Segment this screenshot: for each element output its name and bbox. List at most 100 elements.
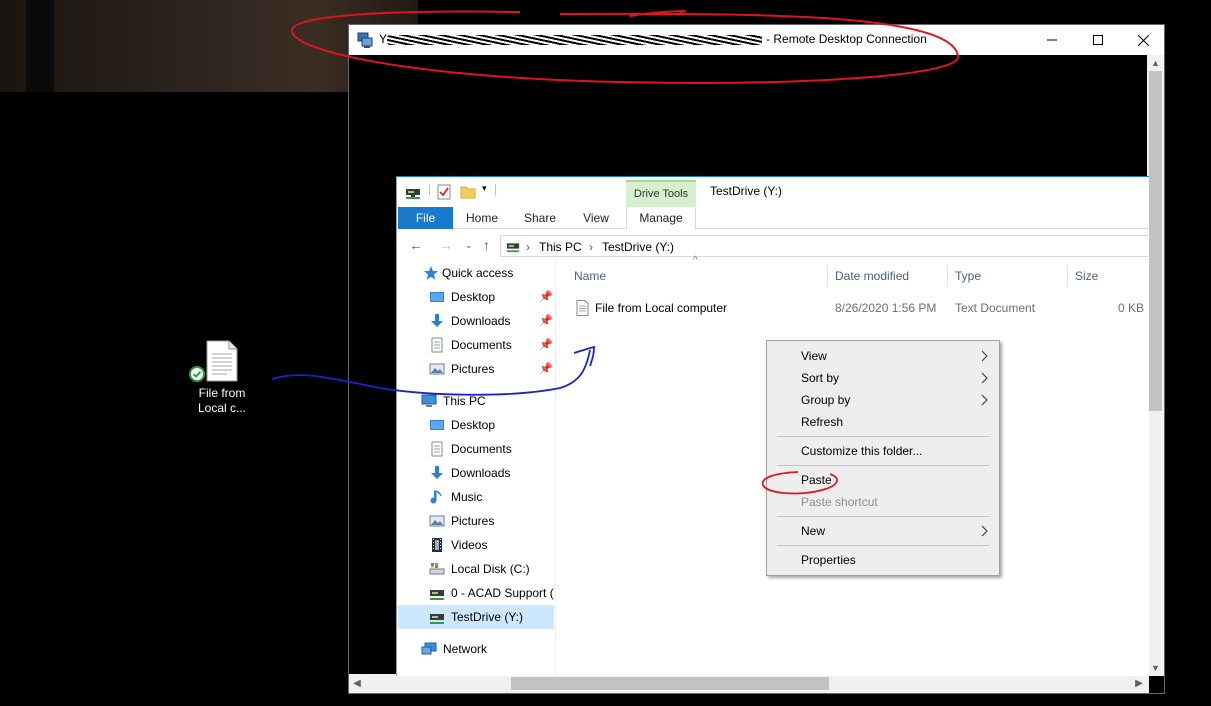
- text-document-icon: [189, 340, 239, 382]
- horizontal-scroll-thumb[interactable]: [511, 677, 829, 690]
- music-note-icon: [430, 490, 442, 504]
- back-arrow-icon[interactable]: ←: [409, 237, 423, 253]
- nav-pc-music[interactable]: Music: [429, 485, 554, 509]
- up-arrow-icon[interactable]: ↑: [483, 237, 490, 253]
- tab-manage[interactable]: Manage: [626, 207, 696, 230]
- column-divider[interactable]: [1067, 265, 1068, 287]
- scroll-left-icon[interactable]: ◀: [349, 674, 365, 693]
- desktop-file-label-line1: File from: [198, 386, 246, 400]
- toolbar-divider: |: [428, 182, 432, 196]
- film-strip-icon: [432, 538, 442, 552]
- quick-access-toolbar: | ▾ | Drive Tools TestDrive (Y:): [397, 177, 1149, 207]
- nav-pc-pictures[interactable]: Pictures: [429, 509, 554, 533]
- column-divider[interactable]: [947, 265, 948, 287]
- nav-pc-videos[interactable]: Videos: [429, 533, 554, 557]
- new-folder-icon[interactable]: [460, 184, 476, 200]
- toolbar-divider: |: [494, 182, 498, 196]
- menu-item-new[interactable]: New: [767, 520, 999, 542]
- download-arrow-icon: [431, 314, 443, 327]
- address-bar[interactable]: › This PC › TestDrive (Y:): [500, 235, 1150, 257]
- column-header-size[interactable]: Size: [1075, 269, 1098, 283]
- desktop-folder-icon: [430, 292, 444, 302]
- column-divider[interactable]: [827, 265, 828, 287]
- file-type: Text Document: [955, 301, 1036, 315]
- submenu-arrow-icon: [981, 350, 988, 362]
- drive-tools-tab-group: Drive Tools: [626, 180, 696, 207]
- documents-icon: [431, 441, 443, 457]
- pictures-icon: [429, 515, 445, 527]
- menu-item-paste[interactable]: Paste: [767, 469, 999, 491]
- column-header-date[interactable]: Date modified: [835, 269, 909, 283]
- vertical-scroll-thumb[interactable]: [1149, 71, 1162, 411]
- column-header-type[interactable]: Type: [955, 269, 981, 283]
- rdp-title-bar[interactable]: Y- Remote Desktop Connection: [349, 25, 1164, 55]
- submenu-arrow-icon: [981, 372, 988, 384]
- nav-pc-desktop[interactable]: Desktop: [429, 413, 554, 437]
- file-row[interactable]: File from Local computer 8/26/2020 1:56 …: [556, 297, 1151, 319]
- nav-quick-access[interactable]: Quick access: [423, 261, 554, 285]
- address-bar-row: ← → ⌄ ↑ › This PC › TestDrive (Y:): [397, 229, 1150, 261]
- breadcrumb-drive[interactable]: TestDrive (Y:): [602, 240, 674, 254]
- pin-icon[interactable]: 📌: [539, 309, 553, 333]
- computer-icon: [421, 394, 437, 407]
- minimize-icon: [1047, 39, 1057, 41]
- remote-desktop-window[interactable]: Y- Remote Desktop Connection ▲ ▼ ◀ ▶ | ▾…: [348, 24, 1165, 694]
- menu-item-paste-shortcut: Paste shortcut: [801, 495, 878, 509]
- desktop-file-icon[interactable]: File from Local c...: [189, 340, 254, 416]
- desktop-file-label-line2: Local c...: [197, 401, 247, 415]
- close-button[interactable]: [1120, 25, 1166, 55]
- nav-this-pc[interactable]: This PC: [421, 389, 554, 413]
- nav-local-disk[interactable]: Local Disk (C:): [429, 557, 554, 581]
- documents-icon: [431, 337, 443, 353]
- scroll-up-icon[interactable]: ▲: [1147, 55, 1164, 71]
- customize-toolbar-icon[interactable]: ▾: [482, 183, 487, 194]
- maximize-button[interactable]: [1075, 25, 1121, 55]
- nav-testdrive[interactable]: TestDrive (Y:): [398, 605, 554, 629]
- menu-item-view[interactable]: View: [767, 345, 999, 367]
- menu-separator: [777, 436, 989, 437]
- download-arrow-icon: [431, 466, 443, 479]
- forward-arrow-icon[interactable]: →: [439, 237, 453, 253]
- menu-item-sort-by[interactable]: Sort by: [767, 367, 999, 389]
- context-menu[interactable]: View Sort by Group by Refresh Customize …: [766, 340, 1000, 576]
- nav-pc-documents[interactable]: Documents: [429, 437, 554, 461]
- menu-item-properties[interactable]: Properties: [767, 549, 999, 571]
- network-drive-icon: [430, 590, 444, 600]
- network-drive-icon[interactable]: [405, 184, 421, 200]
- text-file-icon: [576, 300, 589, 316]
- pin-icon[interactable]: 📌: [539, 285, 553, 309]
- file-size: 0 KB: [1118, 301, 1145, 315]
- menu-item-customize-folder[interactable]: Customize this folder...: [767, 440, 999, 462]
- nav-qa-documents[interactable]: Documents 📌: [429, 333, 554, 357]
- pictures-icon: [429, 363, 445, 375]
- nav-qa-downloads[interactable]: Downloads 📌: [429, 309, 554, 333]
- properties-icon[interactable]: [437, 184, 451, 200]
- nav-network[interactable]: Network: [421, 637, 554, 661]
- recent-locations-icon[interactable]: ⌄: [465, 240, 473, 251]
- star-icon: [424, 266, 438, 280]
- close-icon: [1137, 34, 1149, 46]
- submenu-arrow-icon: [981, 394, 988, 406]
- menu-item-refresh[interactable]: Refresh: [767, 411, 999, 433]
- nav-pc-downloads[interactable]: Downloads: [429, 461, 554, 485]
- tab-share[interactable]: Share: [517, 207, 563, 229]
- sync-check-icon: [189, 366, 205, 382]
- pin-icon[interactable]: 📌: [539, 333, 553, 357]
- pin-icon[interactable]: 📌: [539, 357, 553, 381]
- sort-ascending-icon: ^: [693, 255, 698, 266]
- nav-qa-desktop[interactable]: Desktop 📌: [429, 285, 554, 309]
- menu-item-group-by[interactable]: Group by: [767, 389, 999, 411]
- column-header-name[interactable]: Name: [574, 269, 606, 283]
- breadcrumb-chevron-icon[interactable]: ›: [589, 240, 593, 254]
- local-disk-icon: [429, 563, 445, 575]
- tab-home[interactable]: Home: [461, 207, 503, 229]
- desktop-folder-icon: [430, 420, 444, 430]
- breadcrumb-this-pc[interactable]: This PC: [539, 240, 582, 254]
- breadcrumb-chevron-icon[interactable]: ›: [526, 240, 530, 254]
- nav-acad-support[interactable]: 0 - ACAD Support (: [429, 581, 554, 605]
- tab-file[interactable]: File: [398, 207, 453, 229]
- maximize-icon: [1093, 35, 1103, 45]
- tab-view[interactable]: View: [575, 207, 617, 229]
- nav-qa-pictures[interactable]: Pictures 📌: [429, 357, 554, 381]
- minimize-button[interactable]: [1029, 25, 1075, 55]
